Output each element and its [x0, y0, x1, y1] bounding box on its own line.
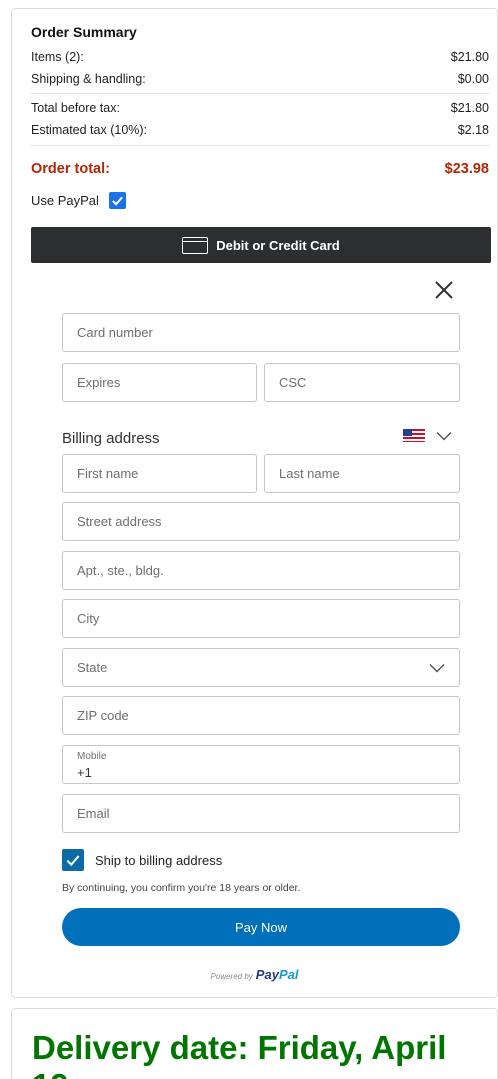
- summary-divider: [31, 93, 489, 94]
- use-paypal-toggle[interactable]: Use PayPal: [31, 192, 126, 209]
- street-address-field[interactable]: [62, 502, 460, 541]
- use-paypal-checkbox[interactable]: [108, 192, 126, 209]
- chevron-down-icon: [436, 431, 452, 441]
- tax-value: $2.18: [457, 123, 489, 137]
- ship-to-billing-label: Ship to billing address: [95, 852, 223, 868]
- country-selector[interactable]: [403, 429, 452, 442]
- zip-input[interactable]: [77, 708, 459, 723]
- card-number-field[interactable]: [62, 313, 460, 352]
- debit-credit-card-button[interactable]: Debit or Credit Card: [31, 227, 491, 263]
- delivery-card: Delivery date: Friday, April 19: [11, 1008, 498, 1079]
- state-select[interactable]: State: [62, 648, 460, 687]
- before-tax-row: Total before tax: $21.80: [31, 101, 489, 115]
- checkmark-icon: [112, 196, 123, 206]
- order-summary-card: Order Summary Items (2): $21.80 Shipping…: [11, 8, 498, 998]
- order-total-label: Order total:: [31, 161, 110, 177]
- last-name-input[interactable]: [279, 466, 459, 481]
- city-field[interactable]: [62, 599, 460, 638]
- paypal-logo: PayPal: [255, 967, 299, 982]
- zip-field[interactable]: [62, 696, 460, 735]
- card-number-input[interactable]: [77, 325, 459, 340]
- age-disclaimer: By continuing, you confirm you're 18 yea…: [62, 882, 301, 894]
- powered-by-paypal: Powered by PayPal: [12, 967, 497, 982]
- ship-to-billing-checkbox[interactable]: [62, 849, 84, 871]
- powered-by-label: Powered by: [210, 972, 253, 981]
- chevron-down-icon: [429, 663, 445, 673]
- street-address-input[interactable]: [77, 514, 459, 529]
- shipping-label: Shipping & handling:: [31, 72, 146, 86]
- use-paypal-label: Use PayPal: [31, 193, 99, 208]
- expires-field[interactable]: [62, 363, 257, 402]
- shipping-value: $0.00: [457, 72, 489, 86]
- email-input[interactable]: [77, 806, 459, 821]
- city-input[interactable]: [77, 611, 459, 626]
- before-tax-value: $21.80: [450, 101, 489, 115]
- apt-field[interactable]: [62, 551, 460, 590]
- csc-input[interactable]: [279, 375, 459, 390]
- tax-row: Estimated tax (10%): $2.18: [31, 123, 489, 137]
- email-field[interactable]: [62, 794, 460, 833]
- items-value: $21.80: [450, 50, 489, 64]
- credit-card-icon: [182, 236, 209, 254]
- debit-credit-card-label: Debit or Credit Card: [216, 237, 340, 253]
- us-flag-icon: [403, 429, 425, 442]
- billing-address-label: Billing address: [62, 430, 160, 447]
- checkmark-icon: [66, 855, 80, 867]
- before-tax-label: Total before tax:: [31, 101, 120, 115]
- first-name-field[interactable]: [62, 454, 257, 493]
- order-summary-title: Order Summary: [31, 24, 137, 40]
- expires-input[interactable]: [77, 375, 256, 390]
- pay-now-button[interactable]: Pay Now: [62, 908, 460, 946]
- mobile-label: Mobile: [77, 751, 107, 762]
- order-total-row: Order total: $23.98: [31, 161, 489, 177]
- first-name-input[interactable]: [77, 466, 256, 481]
- shipping-row: Shipping & handling: $0.00: [31, 72, 489, 86]
- mobile-value: +1: [77, 765, 92, 780]
- ship-to-billing-toggle[interactable]: Ship to billing address: [62, 849, 222, 871]
- order-total-value: $23.98: [444, 161, 489, 177]
- items-label: Items (2):: [31, 50, 84, 64]
- close-icon[interactable]: [433, 279, 455, 301]
- apt-input[interactable]: [77, 563, 459, 578]
- total-divider: [31, 145, 489, 146]
- csc-field[interactable]: [264, 363, 460, 402]
- last-name-field[interactable]: [264, 454, 460, 493]
- state-label: State: [77, 660, 108, 675]
- tax-label: Estimated tax (10%):: [31, 123, 148, 137]
- mobile-field[interactable]: Mobile +1: [62, 745, 460, 784]
- items-row: Items (2): $21.80: [31, 50, 489, 64]
- delivery-date-heading: Delivery date: Friday, April 19: [32, 1029, 447, 1079]
